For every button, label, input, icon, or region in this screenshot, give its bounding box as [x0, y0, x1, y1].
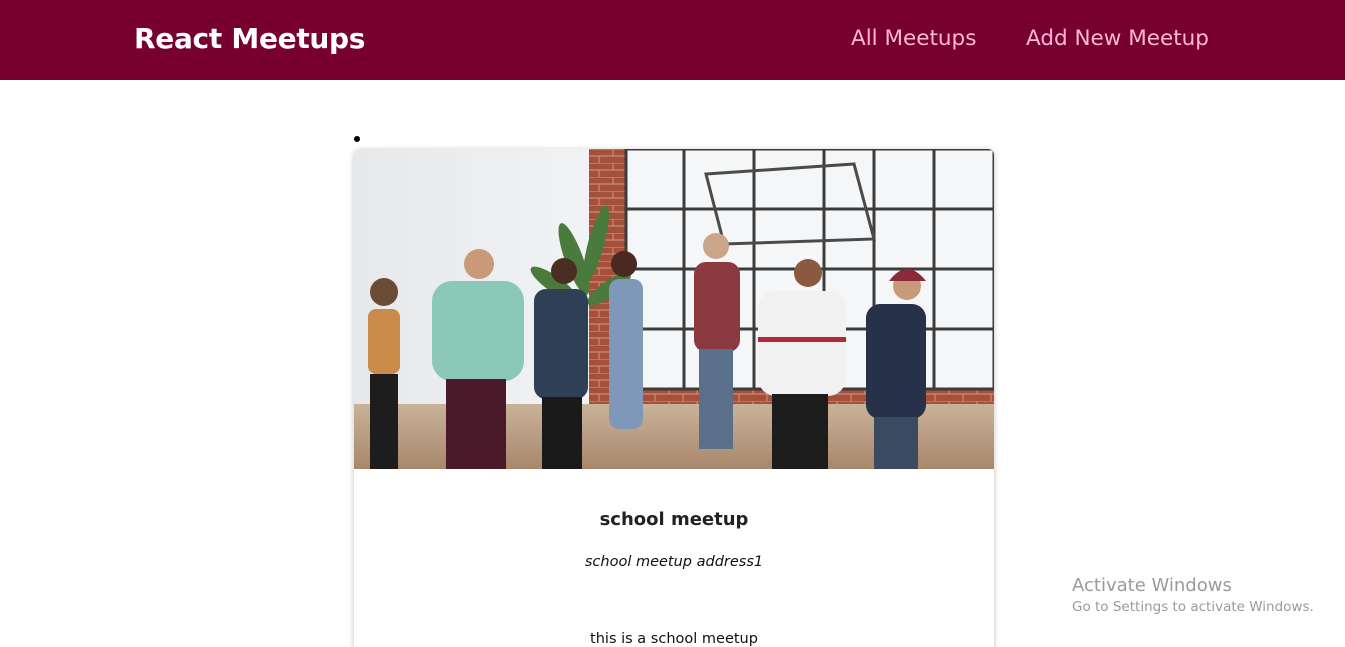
app-header: React Meetups All Meetups Add New Meetup — [0, 0, 1345, 80]
meetup-title: school meetup — [599, 509, 749, 530]
meetup-description: this is a school meetup — [590, 631, 758, 647]
activate-windows-watermark: Activate Windows Go to Settings to activ… — [1072, 575, 1314, 615]
list-item-bullet — [354, 136, 360, 142]
main-nav: All Meetups Add New Meetup — [0, 26, 1345, 58]
meetup-photo — [354, 149, 994, 469]
activate-windows-subtitle: Go to Settings to activate Windows. — [1072, 599, 1314, 615]
meetup-card: school meetup school meetup address1 thi… — [354, 149, 994, 647]
activate-windows-title: Activate Windows — [1072, 575, 1232, 596]
meetup-image[interactable] — [354, 149, 994, 469]
nav-link-all-meetups[interactable]: All Meetups — [851, 26, 976, 51]
nav-link-add-new-meetup[interactable]: Add New Meetup — [1026, 26, 1209, 51]
meetup-address: school meetup address1 — [584, 554, 764, 570]
